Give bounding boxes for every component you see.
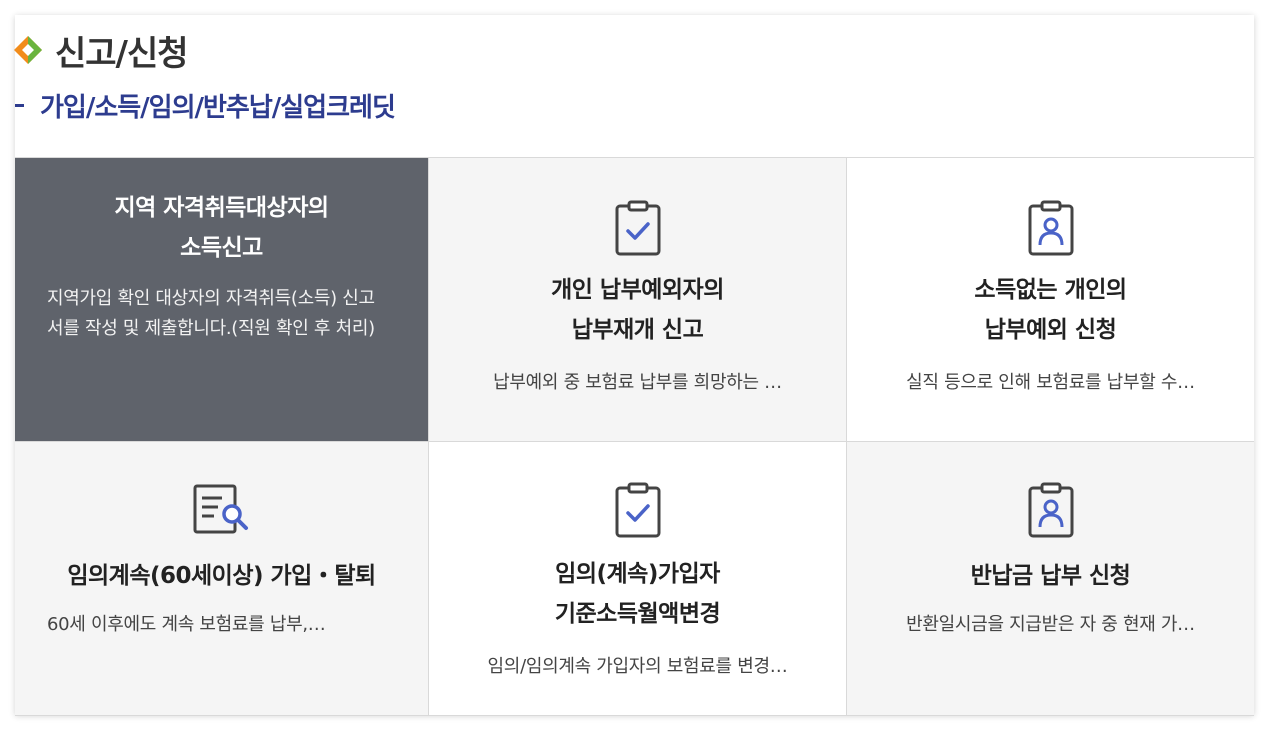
id-badge-icon <box>1028 200 1073 256</box>
card-title-line: 기준소득월액변경 <box>554 601 721 627</box>
card-title-line: 개인 납부예외자의 <box>551 277 724 303</box>
card-description: 납부예외 중 보험료 납부를 희망하는 … <box>493 372 782 393</box>
clipboard-check-icon <box>615 200 660 256</box>
card-payment-exception-request[interactable]: 소득없는 개인의 납부예외 신청 실직 등으로 인해 보험료를 납부할 수… <box>847 158 1254 442</box>
id-badge-icon <box>1028 482 1073 538</box>
page-title: 신고/신청 <box>55 33 189 74</box>
section-header: 가입/소득/임의/반추납/실업크레딧 <box>15 87 396 123</box>
card-payment-resume-report[interactable]: 개인 납부예외자의 납부재개 신고 납부예외 중 보험료 납부를 희망하는 … <box>429 158 847 442</box>
card-description: 실직 등으로 인해 보험료를 납부할 수… <box>906 372 1195 393</box>
card-description: 임의/임의계속 가입자의 보험료를 변경… <box>487 656 788 677</box>
card-title: 반납금 납부 신청 <box>847 556 1254 596</box>
diamond-logo-icon <box>14 36 42 64</box>
card-income-change[interactable]: 임의(계속)가입자 기준소득월액변경 임의/임의계속 가입자의 보험료를 변경… <box>429 442 847 716</box>
clipboard-check-icon <box>615 482 660 538</box>
document-search-icon <box>193 484 248 534</box>
section-title: 가입/소득/임의/반추납/실업크레딧 <box>40 92 396 123</box>
card-title-line: 임의(계속)가입자 <box>555 561 720 587</box>
card-title: 임의(계속)가입자 기준소득월액변경 <box>429 554 846 634</box>
card-title-line: 반납금 납부 신청 <box>970 563 1131 589</box>
card-regional-income-report[interactable]: 지역 자격취득대상자의 소득신고 지역가입 확인 대상자의 자격취득(소득) 신… <box>15 158 429 442</box>
card-title-line: 납부재개 신고 <box>571 317 704 343</box>
service-card-grid: 지역 자격취득대상자의 소득신고 지역가입 확인 대상자의 자격취득(소득) 신… <box>15 157 1254 716</box>
card-title-line: 소득없는 개인의 <box>974 277 1127 303</box>
card-title-line: 지역 자격취득대상자의 <box>114 195 329 221</box>
card-title: 임의계속(60세이상) 가입・탈퇴 <box>15 556 428 596</box>
page-header: 신고/신청 <box>14 27 189 74</box>
card-description: 지역가입 확인 대상자의 자격취득(소득) 신고서를 작성 및 제출합니다.(직… <box>47 288 375 339</box>
card-title: 개인 납부예외자의 납부재개 신고 <box>429 270 846 350</box>
card-title: 지역 자격취득대상자의 소득신고 <box>15 188 428 268</box>
card-voluntary-continuation[interactable]: 임의계속(60세이상) 가입・탈퇴 60세 이후에도 계속 보험료를 납부,… <box>15 442 429 716</box>
section-dash <box>15 103 24 107</box>
card-title-line: 임의계속(60세이상) 가입・탈퇴 <box>67 563 376 589</box>
service-panel: 신고/신청 가입/소득/임의/반추납/실업크레딧 지역 자격취득대상자의 소득신… <box>14 15 1254 716</box>
card-title-line: 납부예외 신청 <box>984 317 1117 343</box>
card-title: 소득없는 개인의 납부예외 신청 <box>847 270 1254 350</box>
card-description: 60세 이후에도 계속 보험료를 납부,… <box>47 614 326 635</box>
card-description: 반환일시금을 지급받은 자 중 현재 가… <box>906 614 1195 635</box>
card-title-line: 소득신고 <box>180 235 263 261</box>
card-refund-payment[interactable]: 반납금 납부 신청 반환일시금을 지급받은 자 중 현재 가… <box>847 442 1254 716</box>
